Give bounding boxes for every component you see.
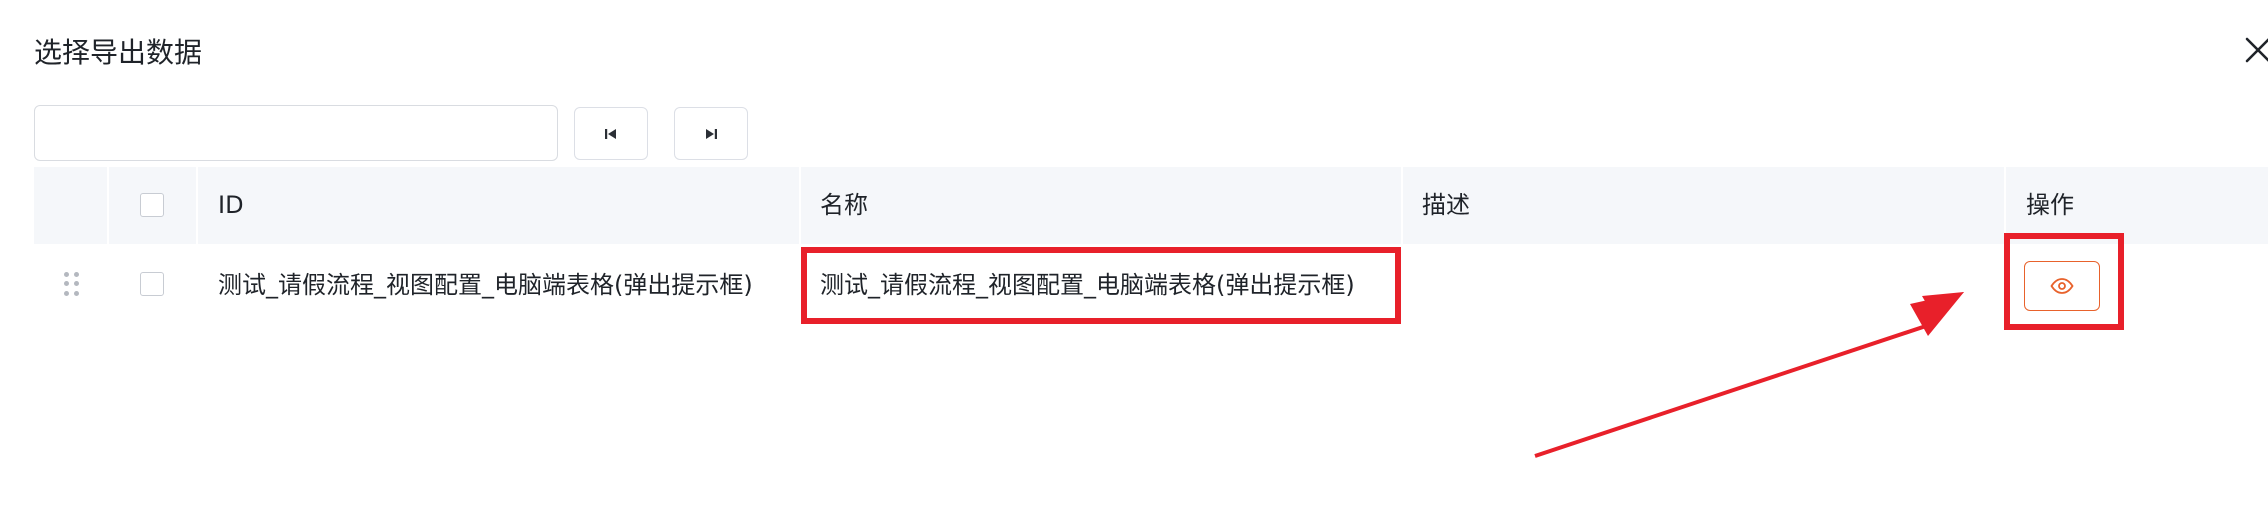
last-page-button[interactable] [674,107,748,160]
row-name-cell: 测试_请假流程_视图配置_电脑端表格(弹出提示框) [820,271,1355,299]
table-row[interactable]: 测试_请假流程_视图配置_电脑端表格(弹出提示框) 测试_请假流程_视图配置_电… [34,244,2268,326]
eye-icon [2050,278,2074,294]
column-divider [1401,167,1403,244]
column-divider [107,167,109,244]
dialog-title: 选择导出数据 [34,36,203,69]
skip-last-icon [706,128,717,139]
data-table: ID 名称 描述 操作 测试_请假流程_视图配置_电脑端表格(弹出提示框) 测试… [34,167,2268,330]
column-header-action: 操作 [2026,191,2074,219]
column-divider [799,167,801,244]
column-header-id[interactable]: ID [218,167,244,244]
view-button[interactable] [2024,261,2100,311]
column-divider [196,167,198,244]
row-checkbox[interactable] [140,272,164,296]
drag-handle-icon[interactable] [64,272,79,296]
column-header-name[interactable]: 名称 [820,167,868,244]
close-icon [2245,37,2268,63]
search-input[interactable] [34,105,558,161]
skip-first-icon [605,128,616,139]
table-header: ID 名称 描述 操作 [34,167,2268,244]
column-divider [2004,167,2006,244]
row-id-cell: 测试_请假流程_视图配置_电脑端表格(弹出提示框) [218,271,753,299]
close-button[interactable] [2238,30,2268,70]
select-all-checkbox[interactable] [140,193,164,217]
column-header-description[interactable]: 描述 [1422,167,1470,244]
first-page-button[interactable] [574,107,648,160]
